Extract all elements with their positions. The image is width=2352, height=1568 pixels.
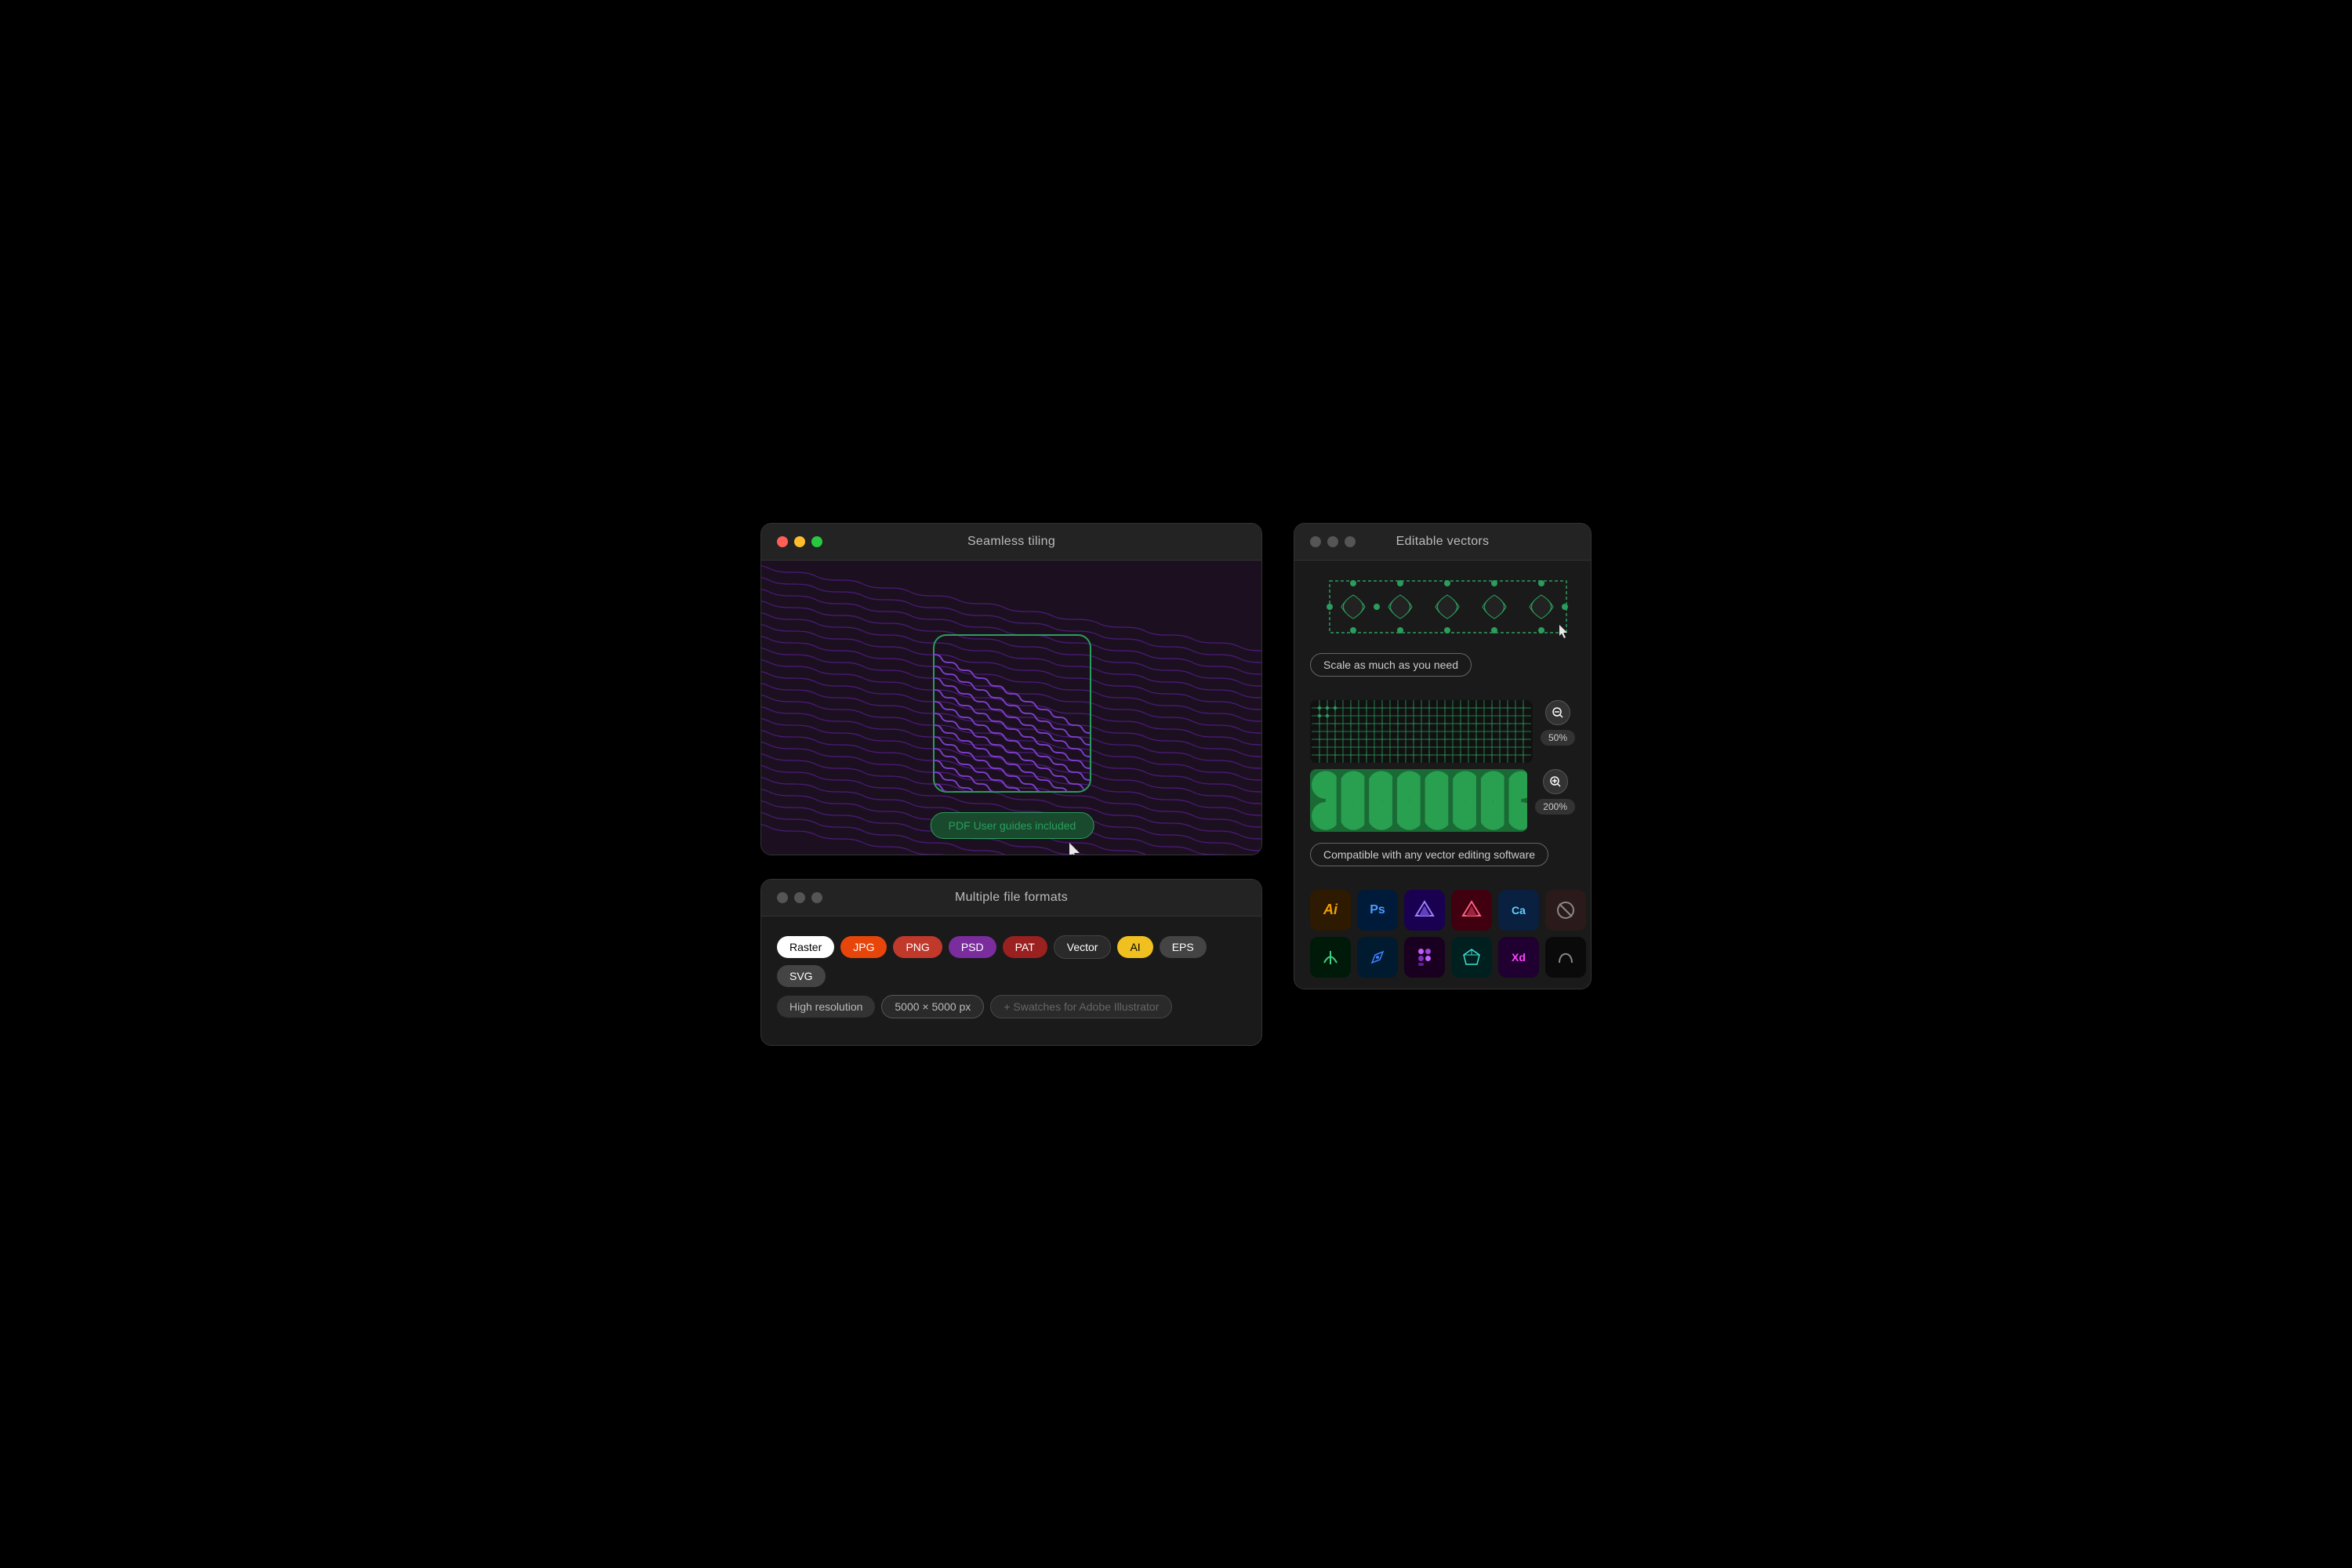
zoom-plus-controls: 200%: [1535, 769, 1575, 832]
vectors-traffic-lights: [1310, 536, 1356, 547]
zoom-200-label: 200%: [1535, 799, 1575, 815]
tag-high-resolution: High resolution: [777, 996, 875, 1018]
file-format-tags: Raster JPG PNG PSD PAT Vector AI EPS SVG: [777, 935, 1246, 987]
formats-title: Multiple file formats: [955, 891, 1068, 905]
tag-jpg: JPG: [840, 936, 887, 958]
sw-icon-ai: Ai: [1310, 890, 1351, 931]
maximize-button[interactable]: [811, 536, 822, 547]
traffic-lights: [777, 536, 822, 547]
tag-svg: SVG: [777, 965, 826, 987]
vectors-close[interactable]: [1310, 536, 1321, 547]
software-grid: Ai Ps: [1310, 890, 1575, 978]
wavy-bg-pattern: [761, 561, 1262, 855]
sw-icon-figma: [1404, 937, 1445, 978]
formats-window: Multiple file formats Raster JPG PNG PSD…: [760, 879, 1262, 1046]
tag-swatches: + Swatches for Adobe Illustrator: [990, 995, 1172, 1018]
scale-badge-wrapper: Scale as much as you need: [1310, 653, 1575, 689]
minimize-button[interactable]: [794, 536, 805, 547]
resolution-tags: High resolution 5000 × 5000 px + Swatche…: [777, 995, 1246, 1018]
small-pattern-svg: [1310, 700, 1533, 763]
pattern-50pct: [1310, 700, 1533, 763]
formats-titlebar: Multiple file formats: [761, 880, 1261, 916]
sw-icon-affinity-photo: [1451, 890, 1492, 931]
vectors-titlebar: Editable vectors: [1294, 524, 1591, 561]
close-button[interactable]: [777, 536, 788, 547]
tag-ai: AI: [1117, 936, 1152, 958]
zoom-50-row: 50%: [1310, 700, 1575, 763]
xd-label: Xd: [1512, 951, 1526, 964]
compat-badge: Compatible with any vector editing softw…: [1310, 843, 1548, 866]
formats-content: Raster JPG PNG PSD PAT Vector AI EPS SVG…: [761, 916, 1261, 1045]
sw-icon-gem: [1451, 937, 1492, 978]
zoom-out-button[interactable]: [1545, 700, 1570, 725]
seamless-tiling-window: Seamless tiling: [760, 523, 1262, 855]
formats-traffic-lights: [777, 892, 822, 903]
sw-icon-pencil: [1357, 937, 1398, 978]
zoom-200-row: 200%: [1310, 769, 1575, 832]
zoom-50-label: 50%: [1541, 730, 1575, 746]
seamless-titlebar: Seamless tiling: [761, 524, 1261, 561]
vectors-maximize[interactable]: [1345, 536, 1356, 547]
large-pattern-svg: [1310, 769, 1527, 832]
tag-vector: Vector: [1054, 935, 1112, 959]
seamless-title: Seamless tiling: [967, 535, 1055, 549]
tag-psd: PSD: [949, 936, 996, 958]
tag-pat: PAT: [1003, 936, 1047, 958]
desktop: Seamless tiling: [0, 0, 2352, 1568]
petal-svg: [1310, 572, 1577, 642]
compat-badge-wrapper: Compatible with any vector editing softw…: [1310, 843, 1575, 879]
sw-icon-ps: Ps: [1357, 890, 1398, 931]
sw-icon-canva: Ca: [1498, 890, 1539, 931]
tag-raster: Raster: [777, 936, 834, 958]
pattern-200pct: [1310, 769, 1527, 832]
seamless-content: PDF User guides included: [761, 561, 1262, 855]
formats-close[interactable]: [777, 892, 788, 903]
formats-maximize[interactable]: [811, 892, 822, 903]
panels-container: Seamless tiling: [760, 523, 1592, 1046]
sw-icon-curve: [1545, 937, 1586, 978]
sw-icon-sketch-x: [1545, 890, 1586, 931]
pdf-badge: PDF User guides included: [931, 812, 1094, 839]
petal-pattern-area: [1310, 572, 1575, 642]
vectors-title: Editable vectors: [1396, 535, 1490, 549]
scale-badge: Scale as much as you need: [1310, 653, 1472, 677]
petal-section: Scale as much as you need: [1294, 561, 1591, 989]
vectors-content: Scale as much as you need: [1294, 561, 1591, 989]
zoom-in-button[interactable]: [1543, 769, 1568, 794]
tag-png: PNG: [893, 936, 942, 958]
tag-eps: EPS: [1160, 936, 1207, 958]
vectors-minimize[interactable]: [1327, 536, 1338, 547]
zoom-minus-controls: 50%: [1541, 700, 1575, 763]
sw-icon-inkscape: [1310, 937, 1351, 978]
ai-label: Ai: [1323, 902, 1338, 918]
sw-icon-affinity-designer: [1404, 890, 1445, 931]
vectors-window: Editable vectors: [1294, 523, 1592, 989]
ps-label: Ps: [1370, 903, 1385, 917]
canva-label: Ca: [1512, 904, 1526, 916]
formats-minimize[interactable]: [794, 892, 805, 903]
sw-icon-xd: Xd: [1498, 937, 1539, 978]
left-panels: Seamless tiling: [760, 523, 1262, 1046]
tag-dimensions: 5000 × 5000 px: [881, 995, 984, 1018]
